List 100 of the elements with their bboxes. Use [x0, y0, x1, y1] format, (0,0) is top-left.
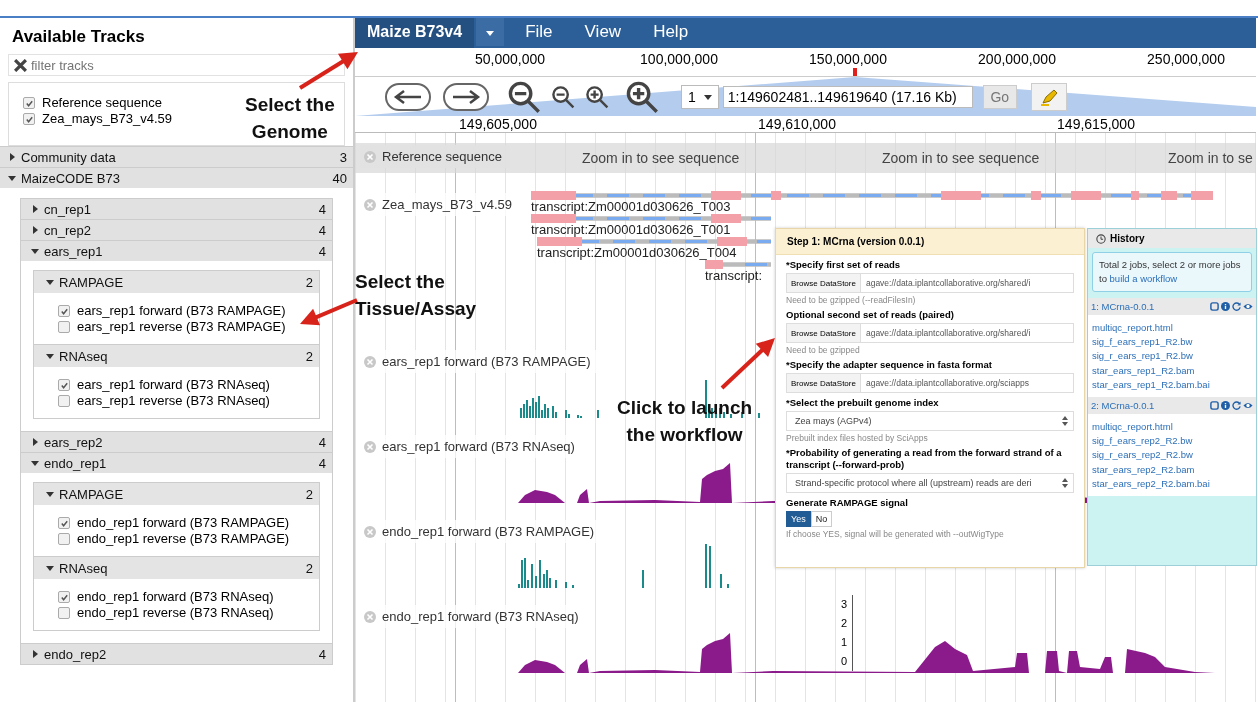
ruler-label: 50,000,000: [474, 51, 546, 67]
genome-dropdown-button[interactable]: [476, 18, 505, 46]
filter-field[interactable]: filter tracks: [8, 54, 345, 76]
track-count: 4: [318, 646, 326, 662]
info-icon[interactable]: [1221, 302, 1230, 311]
help-text: Prebuilt index files hosted by SciApps: [786, 433, 929, 443]
ruler-label: 150,000,000: [809, 51, 887, 67]
track-count: 3: [339, 149, 347, 165]
track-label: endo_rep1 reverse (B73 RAMPAGE): [77, 531, 290, 547]
output-file-link[interactable]: sig_r_ears_rep1_R2.bw: [1092, 349, 1252, 364]
info-icon[interactable]: [1221, 401, 1230, 410]
category-header[interactable]: RNAseq 2: [34, 556, 319, 579]
track-count: 2: [305, 348, 313, 364]
sequence-message: Zoom in to see sequence: [882, 150, 1040, 166]
output-file-link[interactable]: sig_f_ears_rep1_R2.bw: [1092, 335, 1252, 350]
caret-right-icon: [31, 650, 39, 658]
up-down-icon: [1062, 478, 1068, 488]
output-file-link[interactable]: sig_f_ears_rep2_R2.bw: [1092, 434, 1252, 449]
history-title: History: [1110, 233, 1145, 244]
checkbox[interactable]: [58, 533, 70, 545]
axis-tick-label: 0: [841, 654, 848, 669]
job-name: 2: MCrna-0.0.1: [1091, 400, 1155, 411]
category-header[interactable]: cn_rep2 4: [21, 219, 332, 240]
track-count: 4: [318, 434, 326, 450]
callout-arrow: [298, 52, 358, 90]
category-header[interactable]: Community data 3: [0, 146, 353, 167]
track-name: Reference sequence: [382, 149, 502, 164]
track-label: endo_rep1 forward (B73 RNAseq): [77, 589, 274, 605]
track-name: Zea_mays_B73_v4.59: [382, 197, 513, 212]
highlight-button[interactable]: [1030, 82, 1067, 111]
select-field[interactable]: Strand-specific protocol where all (upstream) reads are deri: [786, 473, 1074, 493]
category-header[interactable]: endo_rep2 4: [21, 643, 332, 664]
job-header[interactable]: 1: MCrna-0.0.1: [1088, 298, 1256, 315]
menu-item[interactable]: View: [573, 22, 643, 42]
category-header[interactable]: RNAseq 2: [34, 344, 319, 367]
output-file-link[interactable]: sig_r_ears_rep2_R2.bw: [1092, 448, 1252, 463]
track-name: endo_rep1 forward (B73 RAMPAGE): [382, 524, 595, 539]
callout-text: Select the Tissue/Assay: [355, 270, 477, 321]
checkbox-icon[interactable]: [1210, 401, 1219, 410]
forward-button[interactable]: [443, 82, 489, 111]
zoom-in-icon[interactable]: [625, 79, 659, 114]
track-count: 4: [318, 201, 326, 217]
output-file-link[interactable]: star_ears_rep2_R2.bam.bai: [1092, 476, 1252, 492]
help-text: Need to be gzipped: [786, 345, 861, 355]
job-name: 1: MCrna-0.0.1: [1091, 301, 1155, 312]
output-file-link[interactable]: star_ears_rep2_R2.bam: [1092, 462, 1252, 477]
checkbox[interactable]: [58, 607, 70, 619]
track-label: ears_rep1 forward (B73 RNAseq): [77, 377, 270, 393]
clear-icon[interactable]: [14, 59, 27, 72]
ruler-label: 250,000,000: [1147, 51, 1225, 67]
refresh-icon[interactable]: [1232, 302, 1241, 311]
eye-icon[interactable]: [1243, 401, 1253, 410]
category-header[interactable]: endo_rep1 4: [21, 452, 332, 473]
ruler-label: 200,000,000: [978, 51, 1056, 67]
position-marker[interactable]: [853, 68, 857, 76]
output-file-link[interactable]: multiqc_report.html: [1092, 321, 1252, 336]
category-header[interactable]: ears_rep2 4: [21, 431, 332, 452]
checkbox[interactable]: [58, 395, 70, 407]
genome-selector[interactable]: Maize B73v4: [355, 16, 475, 48]
form-title: Step 1: MCrna (version 0.0.1): [776, 229, 1084, 255]
caret-down-icon: [8, 174, 16, 182]
checkbox[interactable]: [58, 305, 70, 317]
up-down-icon: [1062, 416, 1068, 426]
zoom-out-icon[interactable]: [551, 84, 575, 109]
select-field[interactable]: Zea mays (AGPv4): [786, 411, 1074, 431]
track-name: endo_rep1 forward (B73 RNAseq): [382, 609, 579, 624]
ruler-label: 149,610,000: [758, 116, 836, 132]
go-button[interactable]: Go: [982, 84, 1017, 109]
checkbox[interactable]: [58, 321, 70, 333]
sequence-message: Zoom in to se: [1168, 150, 1253, 166]
output-file-link[interactable]: multiqc_report.html: [1092, 420, 1252, 435]
build-workflow-link[interactable]: build a workflow: [1109, 273, 1178, 284]
chromosome-select[interactable]: 1: [681, 84, 719, 109]
category-header[interactable]: RAMPAGE 2: [34, 482, 319, 505]
category-header[interactable]: MaizeCODE B73 40: [0, 167, 353, 188]
toggle-option[interactable]: Yes: [786, 511, 811, 527]
back-button[interactable]: [385, 82, 431, 111]
job-header[interactable]: 2: MCrna-0.0.1: [1088, 397, 1256, 414]
zoom-out-icon[interactable]: [507, 79, 541, 114]
location-field[interactable]: 1:149602481..149619640 (17.16 Kb): [722, 85, 973, 108]
right-arrow-icon: [451, 88, 481, 105]
checkbox[interactable]: [58, 379, 70, 391]
checkbox-icon[interactable]: [1210, 302, 1219, 311]
menu-item[interactable]: Help: [642, 22, 710, 42]
callout-text: Select the Genome: [245, 93, 335, 144]
eye-icon[interactable]: [1243, 302, 1253, 311]
output-file-link[interactable]: star_ears_rep1_R2.bam.bai: [1092, 377, 1252, 392]
checkbox[interactable]: [23, 97, 35, 109]
output-file-link[interactable]: star_ears_rep1_R2.bam: [1092, 363, 1252, 378]
history-summary: Total 2 jobs, select 2 or more jobs to build a workflow: [1092, 252, 1252, 292]
checkbox[interactable]: [58, 517, 70, 529]
category-header[interactable]: cn_rep1 4: [21, 198, 332, 219]
checkbox[interactable]: [58, 591, 70, 603]
category-header[interactable]: ears_rep1 4: [21, 240, 332, 261]
zoom-in-icon[interactable]: [585, 84, 609, 109]
refresh-icon[interactable]: [1232, 401, 1241, 410]
checkbox[interactable]: [23, 113, 35, 125]
category-header[interactable]: RAMPAGE 2: [34, 270, 319, 293]
toggle-option[interactable]: No: [810, 511, 833, 527]
menu-item[interactable]: File: [514, 22, 574, 42]
